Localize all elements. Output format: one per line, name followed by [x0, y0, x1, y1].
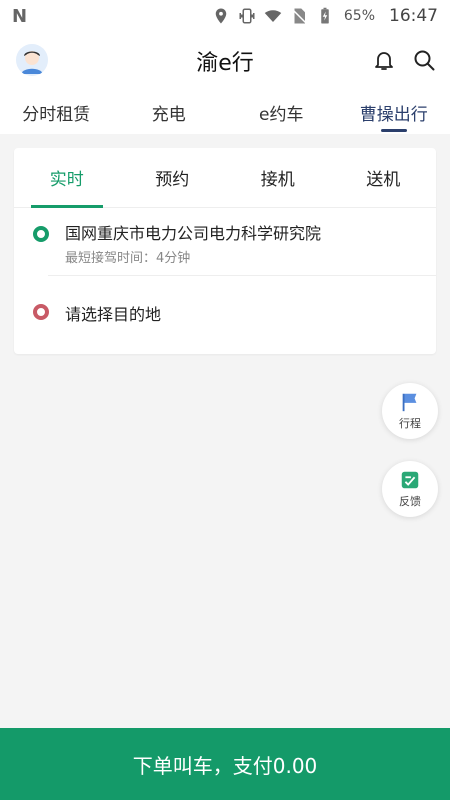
battery-percent: 65%: [343, 8, 375, 24]
search-icon[interactable]: [412, 48, 436, 72]
wifi-icon: [264, 10, 282, 22]
itinerary-label: 行程: [399, 417, 421, 430]
location-icon: [215, 8, 227, 24]
service-tabs: 分时租赁 充电 e约车 曹操出行: [0, 90, 450, 134]
flag-icon: [402, 393, 417, 412]
tab-timeshare-rental[interactable]: 分时租赁: [0, 90, 113, 134]
origin-dot-icon: [33, 226, 49, 242]
destination-dot-icon: [33, 304, 49, 320]
avatar-icon: [16, 44, 48, 76]
divider: [48, 275, 436, 276]
feedback-icon: [401, 471, 419, 489]
bell-icon[interactable]: [372, 48, 396, 72]
order-ride-button[interactable]: 下单叫车，支付0.00: [0, 728, 450, 800]
tab-reservation[interactable]: 预约: [120, 148, 226, 207]
no-sim-icon: [291, 8, 307, 24]
itinerary-button[interactable]: 行程: [382, 383, 438, 439]
avatar[interactable]: [16, 44, 48, 76]
battery-charging-icon: [321, 7, 329, 24]
tab-caocao[interactable]: 曹操出行: [338, 90, 450, 134]
destination-input[interactable]: 请选择目的地: [65, 301, 161, 325]
status-bar: N 65% 16:47: [0, 0, 450, 32]
clock: 16:47: [389, 6, 438, 26]
vibrate-icon: [239, 8, 255, 24]
app-title: 渝e行: [196, 51, 254, 76]
ride-type-tabs: 实时 预约 接机 送机: [14, 148, 436, 208]
notification-n-icon: N: [12, 5, 27, 27]
tab-airport-pickup[interactable]: 接机: [225, 148, 331, 207]
app-header: 渝e行: [0, 32, 450, 90]
booking-card: 实时 预约 接机 送机 国网重庆市电力公司电力科学研究院 最短接驾时间：4分钟 …: [14, 148, 436, 354]
origin-address[interactable]: 国网重庆市电力公司电力科学研究院: [65, 220, 321, 244]
tab-airport-dropoff[interactable]: 送机: [331, 148, 437, 207]
pickup-time-hint: 最短接驾时间：4分钟: [65, 251, 191, 266]
feedback-button[interactable]: 反馈: [382, 461, 438, 517]
feedback-label: 反馈: [399, 495, 421, 508]
tab-e-ride[interactable]: e约车: [225, 90, 338, 134]
tab-realtime[interactable]: 实时: [14, 148, 120, 207]
tab-charging[interactable]: 充电: [113, 90, 226, 134]
